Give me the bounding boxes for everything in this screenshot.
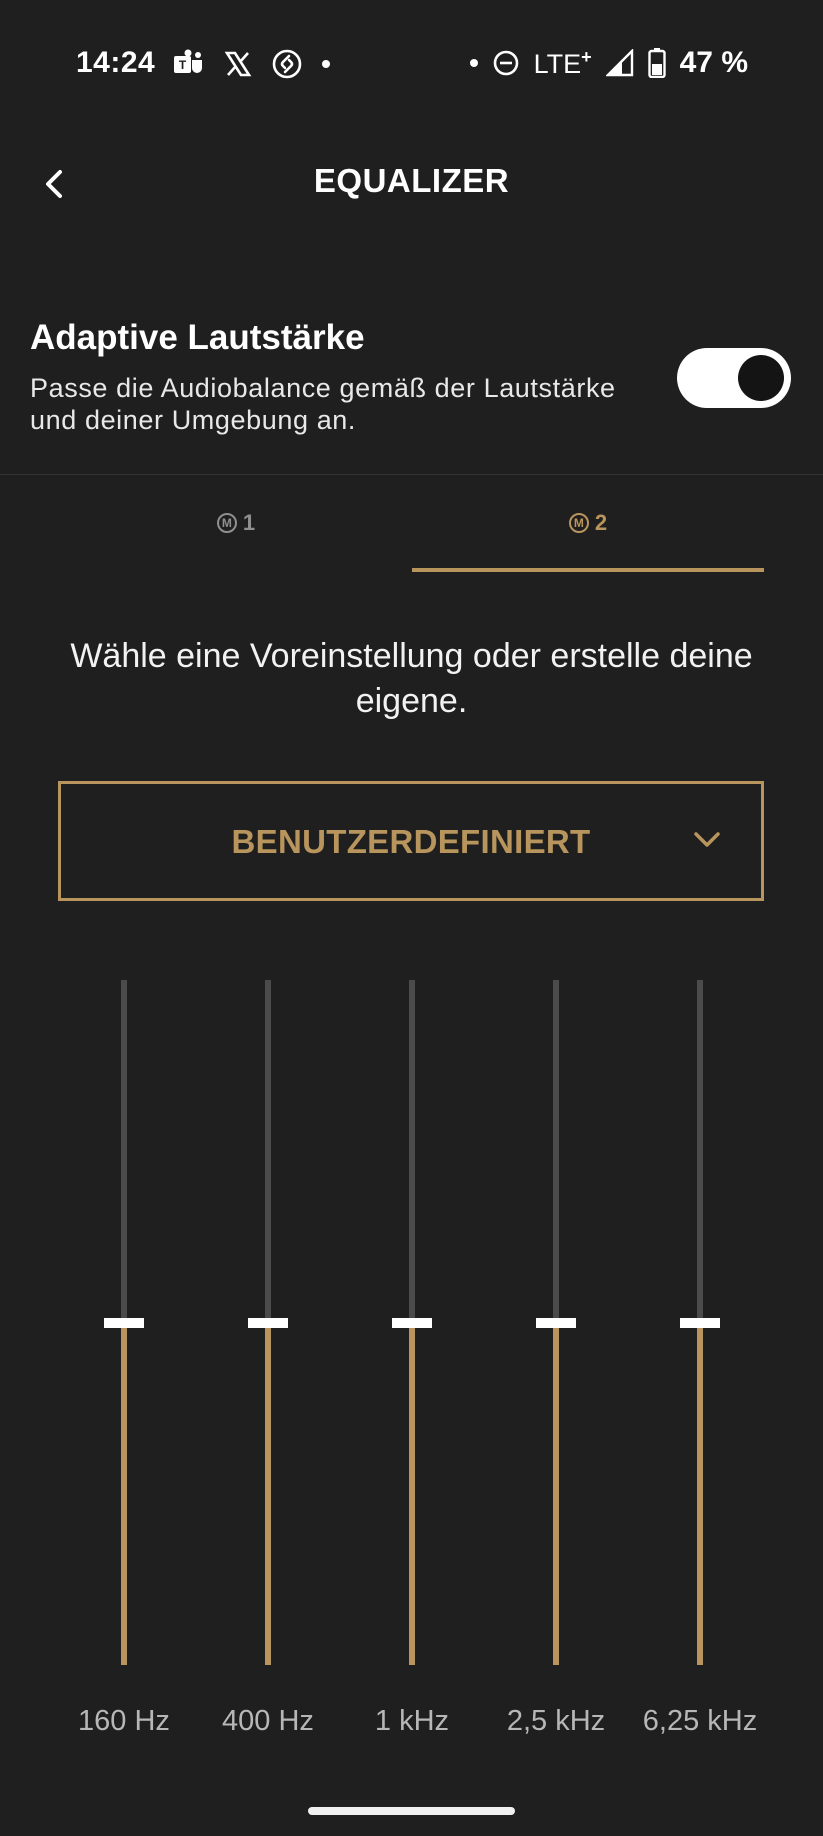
eq-band-label: 160 Hz xyxy=(78,1705,170,1737)
signal-icon xyxy=(605,49,633,77)
eq-band: 2,5 kHz xyxy=(484,980,628,1750)
notification-dot xyxy=(322,60,330,68)
battery-percent: 47 % xyxy=(679,46,748,79)
toggle-knob xyxy=(738,355,784,401)
eq-band: 160 Hz xyxy=(52,980,196,1750)
adaptive-volume-title: Adaptive Lautstärke xyxy=(30,318,365,357)
eq-slider-fill xyxy=(697,1322,703,1665)
eq-band-label: 1 kHz xyxy=(374,1705,450,1737)
eq-band: 400 Hz xyxy=(196,980,340,1750)
eq-slider-fill xyxy=(553,1322,559,1665)
eq-band-label: 400 Hz xyxy=(222,1705,314,1737)
app-header: EQUALIZER xyxy=(0,140,823,228)
eq-band: 1 kHz xyxy=(340,980,484,1750)
svg-text:T: T xyxy=(179,58,187,72)
m-badge-icon: M xyxy=(216,513,237,533)
preset-dropdown[interactable]: BENUTZERDEFINIERT xyxy=(58,781,764,901)
eq-slider-thumb[interactable] xyxy=(392,1317,432,1328)
eq-slider-fill xyxy=(409,1322,415,1665)
eq-slider-fill xyxy=(121,1322,127,1665)
mode-tabs: M 1 M 2 xyxy=(0,476,823,572)
tab-m1[interactable]: M 1 xyxy=(60,510,412,536)
equalizer: 160 Hz 400 Hz 1 kHz 2,5 kHz 6,25 kHz xyxy=(0,980,823,1750)
chevron-down-icon xyxy=(694,832,720,847)
eq-slider-thumb[interactable] xyxy=(104,1317,144,1328)
tab-m2[interactable]: M 2 xyxy=(412,510,764,536)
eq-band-label: 6,25 kHz xyxy=(642,1705,758,1737)
teams-icon: T xyxy=(174,49,202,73)
adaptive-volume-toggle[interactable] xyxy=(677,348,791,408)
eq-slider-thumb[interactable] xyxy=(248,1317,288,1328)
active-tab-indicator xyxy=(412,568,764,572)
tab-m1-label: 1 xyxy=(242,510,256,535)
home-indicator[interactable] xyxy=(308,1807,515,1815)
shazam-icon xyxy=(272,49,302,79)
x-icon xyxy=(224,51,252,77)
battery-icon xyxy=(647,48,666,78)
section-divider xyxy=(0,474,823,475)
tab-m2-label: 2 xyxy=(594,510,608,535)
status-right: LTE+ 47 % xyxy=(469,46,748,80)
eq-slider-fill xyxy=(265,1322,271,1665)
page-title: EQUALIZER xyxy=(313,162,510,199)
adaptive-volume-section: Adaptive Lautstärke Passe die Audiobalan… xyxy=(30,318,793,436)
status-dot xyxy=(469,59,478,67)
adaptive-volume-description: Passe die Audiobalance gemäß der Lautstä… xyxy=(30,373,616,435)
notification-icons: T xyxy=(172,49,330,79)
eq-slider-thumb[interactable] xyxy=(680,1317,720,1328)
status-time: 14:24 xyxy=(76,46,156,79)
preset-selected-value: BENUTZERDEFINIERT xyxy=(231,823,591,860)
eq-band: 6,25 kHz xyxy=(628,980,772,1750)
status-bar: 14:24 T LTE+ 47 % xyxy=(0,0,823,132)
eq-slider-thumb[interactable] xyxy=(536,1317,576,1328)
dnd-icon xyxy=(493,50,518,76)
preset-instruction: Wähle eine Voreinstellung oder erstelle … xyxy=(70,637,753,720)
eq-band-label: 2,5 kHz xyxy=(506,1705,606,1737)
network-type: LTE+ xyxy=(533,46,592,79)
m-badge-icon: M xyxy=(568,513,589,533)
